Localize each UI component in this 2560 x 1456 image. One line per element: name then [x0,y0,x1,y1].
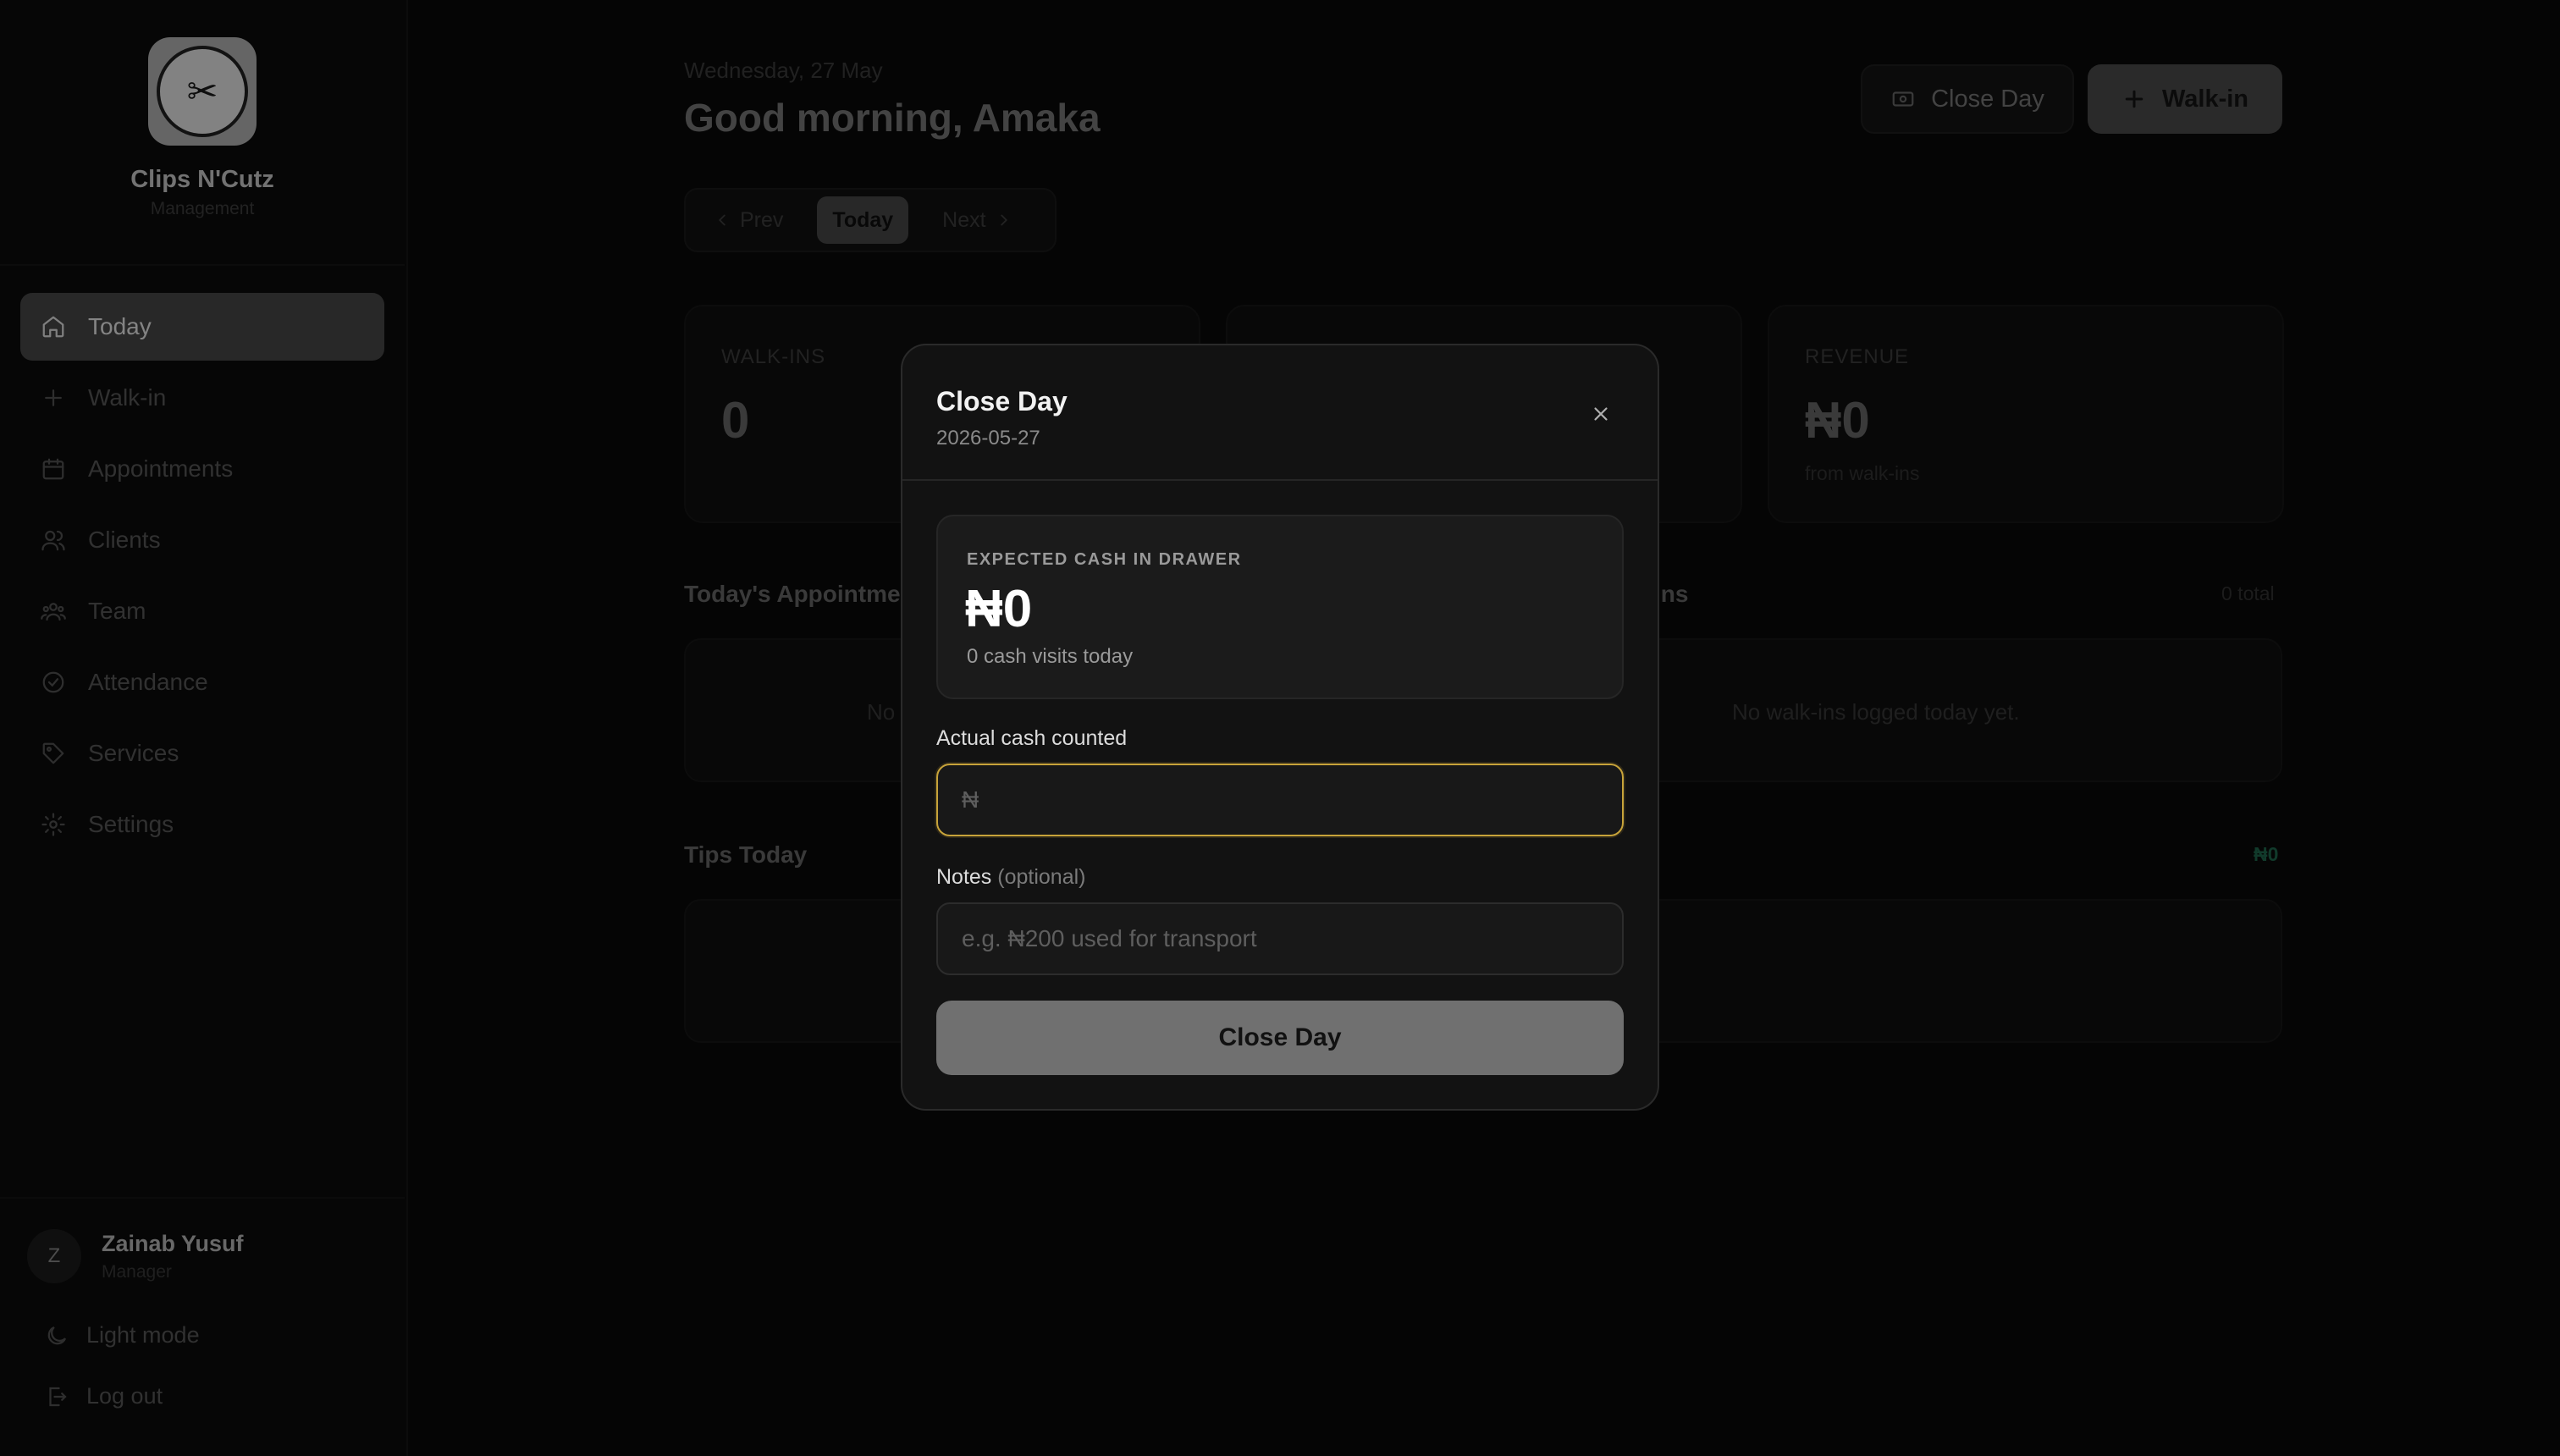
actual-cash-label: Actual cash counted [936,726,1128,750]
expected-cash-value: ₦0 [965,580,1033,638]
modal-title: Close Day [936,386,1068,416]
notes-label: Notes (optional) [936,865,1086,890]
expected-cash-subtext: 0 cash visits today [967,645,1134,668]
expected-cash-label: EXPECTED CASH IN DRAWER [967,550,1242,569]
notes-optional-hint: (optional) [997,865,1086,889]
app-root: ✂ Clips N'Cutz Management Today Walk-in [0,0,2560,1456]
expected-cash-card: EXPECTED CASH IN DRAWER ₦0 0 cash visits… [936,515,1624,699]
modal-date: 2026-05-27 [936,427,1040,449]
close-day-modal: Close Day 2026-05-27 EXPECTED CASH IN DR… [901,344,1659,1111]
notes-input[interactable] [936,902,1624,975]
submit-close-day-button[interactable]: Close Day [936,1001,1624,1075]
notes-label-text: Notes [936,865,992,889]
close-icon [1594,407,1608,421]
actual-cash-input[interactable] [936,764,1624,836]
modal-close-button[interactable] [1580,393,1622,435]
modal-divider [902,479,1658,481]
